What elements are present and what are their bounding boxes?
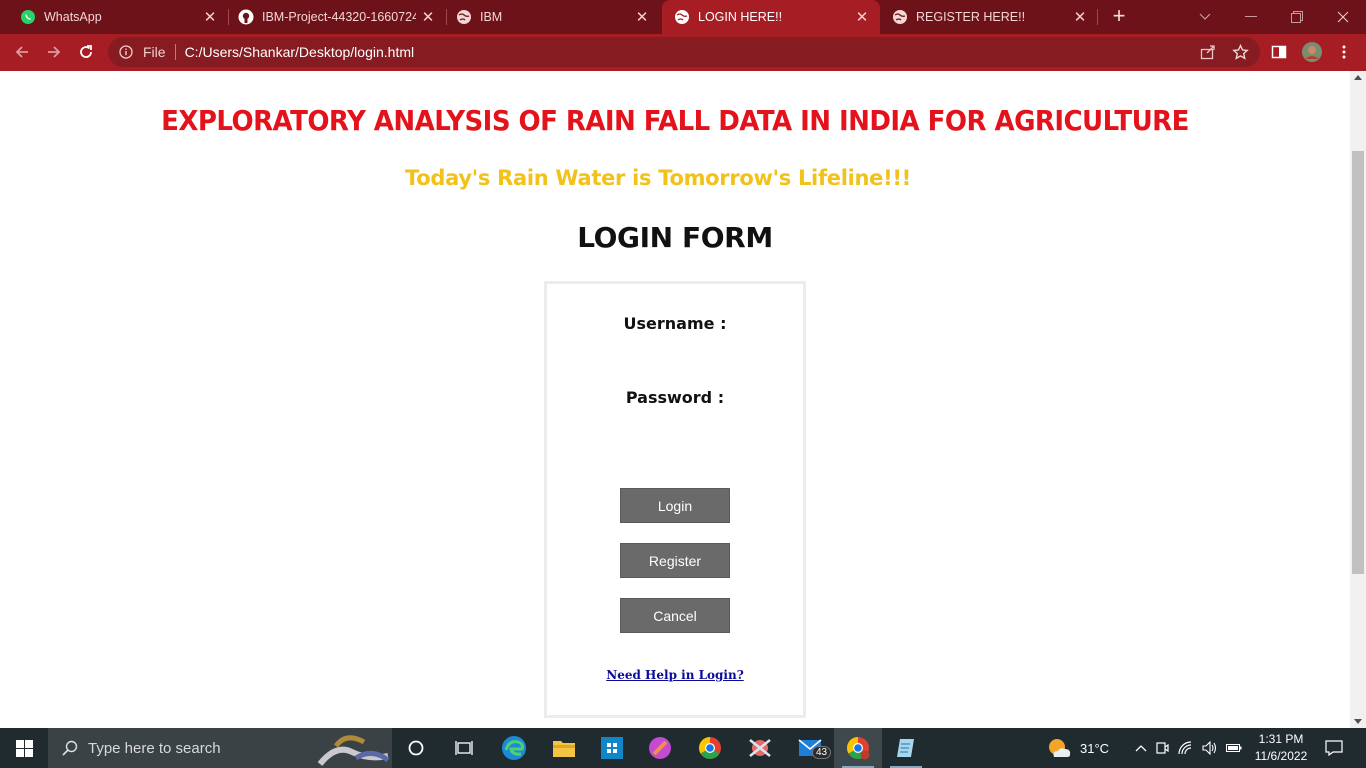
scroll-up-icon[interactable] — [1354, 75, 1362, 80]
tab-ibm[interactable]: IBM ✕ — [436, 0, 660, 34]
clock-date: 11/6/2022 — [1254, 749, 1308, 763]
page-title: EXPLORATORY ANALYSIS OF RAIN FALL DATA I… — [161, 104, 1189, 137]
file-explorer-icon[interactable] — [540, 728, 588, 768]
notifications-icon[interactable] — [1310, 728, 1358, 768]
chrome-active-icon[interactable] — [834, 728, 882, 768]
edge-icon[interactable] — [490, 728, 538, 768]
address-bar[interactable]: File C:/Users/Shankar/Desktop/login.html — [108, 37, 1260, 67]
register-button[interactable]: Register — [620, 543, 730, 578]
bookmark-star-icon[interactable] — [1230, 42, 1250, 62]
page-tagline: Today's Rain Water is Tomorrow's Lifelin… — [405, 166, 911, 190]
weather-widget[interactable]: 31°C — [1046, 728, 1109, 768]
scroll-down-icon[interactable] — [1354, 719, 1362, 724]
forward-icon[interactable] — [40, 38, 68, 66]
side-panel-icon[interactable] — [1269, 42, 1289, 62]
username-label: Username : — [623, 314, 727, 333]
wifi-icon[interactable] — [1174, 741, 1198, 755]
search-placeholder: Type here to search — [88, 739, 221, 757]
meet-now-icon[interactable] — [1150, 741, 1174, 755]
windows-start-icon[interactable] — [0, 728, 48, 768]
tab-title: IBM-Project-44320-16607240 — [262, 10, 416, 24]
cancel-button[interactable]: Cancel — [620, 598, 730, 633]
battery-icon[interactable] — [1222, 743, 1246, 753]
paint-app-icon[interactable] — [636, 728, 684, 768]
tab-whatsapp[interactable]: WhatsApp ✕ — [0, 0, 228, 34]
cortana-icon[interactable] — [392, 728, 440, 768]
scheme-label: File — [143, 44, 166, 60]
password-label: Password : — [625, 388, 725, 407]
browser-toolbar: File C:/Users/Shankar/Desktop/login.html — [0, 34, 1366, 71]
login-button[interactable]: Login — [620, 488, 730, 523]
mail-icon[interactable]: 43 — [786, 728, 834, 768]
login-form: Username : Password : Login Register Can… — [544, 281, 806, 718]
globe-icon — [456, 9, 472, 25]
profile-avatar-icon[interactable] — [1302, 42, 1322, 62]
url-text[interactable]: C:/Users/Shankar/Desktop/login.html — [185, 44, 415, 60]
reload-icon[interactable] — [72, 38, 100, 66]
tab-divider — [1097, 9, 1098, 25]
new-tab-button[interactable]: + — [1106, 5, 1132, 29]
scrollbar-thumb[interactable] — [1352, 151, 1364, 574]
info-icon[interactable] — [118, 44, 134, 60]
tab-login[interactable]: LOGIN HERE!! ✕ — [662, 0, 880, 34]
help-link[interactable]: Need Help in Login? — [547, 668, 803, 682]
clock-time: 1:31 PM — [1258, 732, 1304, 746]
tab-title: LOGIN HERE!! — [698, 10, 783, 24]
tab-title: IBM — [480, 10, 503, 24]
taskbar-clock[interactable]: 1:31 PM 11/6/2022 — [1248, 731, 1314, 765]
close-tab-icon[interactable]: ✕ — [850, 8, 874, 26]
close-tab-icon[interactable]: ✕ — [630, 8, 654, 26]
snipping-tool-icon[interactable] — [736, 728, 784, 768]
share-icon[interactable] — [1198, 42, 1218, 62]
browser-tab-strip: WhatsApp ✕ IBM-Project-44320-16607240 ✕ … — [0, 0, 1366, 34]
address-divider — [174, 44, 176, 60]
form-heading: LOGIN FORM — [577, 221, 773, 254]
search-highlight-icon — [316, 730, 392, 766]
chevron-up-icon[interactable] — [1132, 744, 1150, 752]
notepad-icon[interactable] — [882, 728, 930, 768]
task-view-icon[interactable] — [440, 728, 488, 768]
github-icon — [238, 9, 254, 25]
close-tab-icon[interactable]: ✕ — [1068, 8, 1092, 26]
tab-title: WhatsApp — [44, 10, 102, 24]
globe-icon — [892, 9, 908, 25]
weather-sun-cloud-icon — [1046, 737, 1072, 759]
page-content: EXPLORATORY ANALYSIS OF RAIN FALL DATA I… — [0, 71, 1350, 728]
weather-temperature: 31°C — [1080, 740, 1110, 756]
restore-icon[interactable] — [1274, 0, 1320, 34]
tab-search-icon[interactable] — [1182, 0, 1228, 34]
search-icon — [62, 740, 78, 756]
minimize-icon[interactable] — [1228, 0, 1274, 34]
taskbar-search-box[interactable]: Type here to search — [48, 728, 392, 768]
store-icon[interactable] — [588, 728, 636, 768]
menu-icon[interactable] — [1334, 42, 1354, 62]
tab-github-project[interactable]: IBM-Project-44320-16607240 ✕ — [218, 0, 446, 34]
chrome-icon[interactable] — [686, 728, 734, 768]
volume-icon[interactable] — [1198, 741, 1222, 755]
page-scrollbar[interactable] — [1350, 71, 1366, 728]
windows-taskbar: Type here to search 43 31°C 1:31 PM 11/6… — [0, 728, 1366, 768]
tab-title: REGISTER HERE!! — [916, 10, 1026, 24]
tab-register[interactable]: REGISTER HERE!! ✕ — [880, 0, 1098, 34]
mail-badge: 43 — [812, 746, 832, 759]
globe-icon — [674, 9, 690, 25]
whatsapp-icon — [20, 9, 36, 25]
close-window-icon[interactable] — [1320, 0, 1366, 34]
tray-icons — [1132, 728, 1246, 768]
back-icon[interactable] — [8, 38, 36, 66]
